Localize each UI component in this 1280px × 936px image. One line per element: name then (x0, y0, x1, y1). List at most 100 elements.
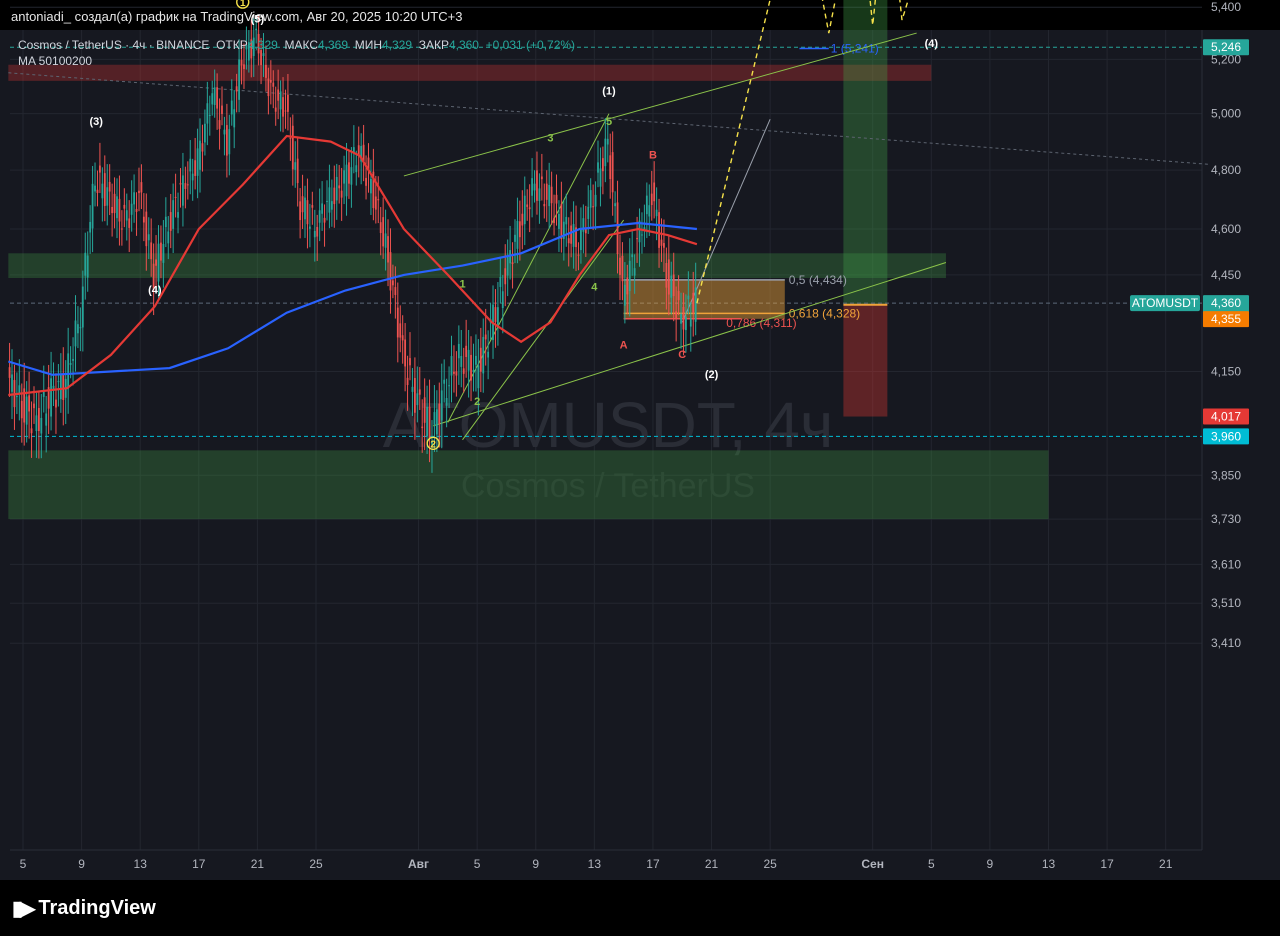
price-axis-label-text: 5,246 (1211, 40, 1241, 54)
legend-close-label: ЗАКР (418, 38, 449, 52)
candle-body (313, 230, 316, 238)
candle-body (284, 110, 287, 112)
tradingview-logo[interactable]: ▮▶ TradingView (12, 896, 156, 921)
candle-body (296, 158, 299, 184)
candle-body (62, 373, 65, 401)
watermark-symbol: ATOMUSDT, 4ч (383, 389, 834, 461)
candle-body (633, 268, 636, 276)
candle-body (101, 183, 104, 199)
wave-label: (1) (602, 85, 616, 97)
candle-body (531, 178, 533, 196)
candle-body (694, 287, 697, 322)
candle-body (370, 178, 372, 194)
candle-body (428, 406, 431, 439)
candle-body (147, 234, 150, 241)
candle-body (184, 183, 187, 189)
candle-body (382, 217, 385, 247)
candle-body (455, 371, 458, 376)
candle-body (543, 204, 546, 207)
candle-body (130, 203, 133, 215)
candle-body (365, 177, 367, 186)
candle-body (623, 284, 626, 306)
candle-body (116, 196, 118, 219)
candle-body (658, 212, 660, 248)
candle-body (636, 238, 638, 240)
candle-body (113, 193, 116, 214)
fib-level-label: 0,5 (4,434) (789, 273, 847, 287)
legend-open: 4,329 (247, 38, 278, 52)
candle-body (401, 335, 404, 341)
y-tick-label: 5,000 (1211, 107, 1241, 121)
candle-body (348, 162, 350, 184)
candle-body (404, 339, 407, 367)
candle-body (548, 184, 551, 207)
wave-label: A (620, 339, 628, 351)
candle-body (169, 212, 172, 231)
candle-body (89, 221, 92, 233)
fib-level-label: 0,618 (4,328) (789, 306, 860, 320)
candle-body (213, 87, 216, 105)
candle-body (59, 375, 62, 400)
candle-body (15, 396, 18, 398)
footer-bar (0, 880, 1280, 936)
candle-body (345, 164, 348, 197)
candle-body (650, 193, 653, 205)
candle-body (287, 94, 289, 112)
price-axis-label-text: 4,360 (1211, 296, 1241, 310)
candle-body (497, 307, 499, 325)
candle-body (40, 417, 43, 434)
candle-body (514, 234, 516, 242)
candle-body (448, 385, 450, 387)
candle-body (409, 358, 411, 366)
candle-body (157, 243, 160, 282)
x-tick-label: 21 (1159, 857, 1173, 871)
candle-body (450, 356, 453, 376)
candle-body (379, 222, 382, 234)
candle-body (308, 226, 311, 229)
candle-body (628, 260, 631, 292)
candle-body (653, 182, 656, 202)
candle-body (91, 183, 94, 229)
candle-body (111, 206, 114, 214)
candle-body (196, 148, 199, 176)
candle-body (555, 194, 558, 204)
candle-body (660, 239, 663, 246)
y-tick-label: 4,450 (1211, 268, 1241, 282)
candle-body (55, 399, 57, 408)
legend-high-label: МАКС (284, 38, 318, 52)
candle-body (550, 186, 553, 204)
wave-label: (2) (705, 369, 719, 381)
candle-body (663, 243, 665, 248)
candle-body (475, 355, 477, 365)
candle-body (160, 242, 162, 261)
candle-body (267, 78, 270, 97)
candle-body (306, 200, 309, 225)
candle-body (689, 318, 692, 327)
candle-body (577, 254, 580, 256)
candle-body (335, 176, 338, 201)
candle-body (499, 277, 502, 287)
legend-ma-row[interactable]: MA 50100200 (18, 53, 575, 69)
fib-level-label: 1 (5,241) (831, 42, 879, 56)
legend-symbol[interactable]: Cosmos / TetherUS · 4ч · BINANCE (18, 38, 209, 52)
candle-body (521, 213, 524, 226)
candle-body (269, 80, 272, 83)
x-tick-label: 25 (763, 857, 777, 871)
candle-body (619, 257, 621, 275)
candle-body (218, 120, 221, 129)
candle-body (494, 307, 497, 322)
candle-body (528, 207, 531, 210)
candle-body (606, 138, 609, 145)
price-chart[interactable]: 7,2007,0006,8006,6006,4006,2005,8005,600… (0, 0, 1280, 880)
candle-body (641, 234, 643, 236)
candle-body (384, 233, 387, 248)
candle-body (472, 369, 475, 373)
candle-body (221, 105, 223, 114)
candle-body (423, 397, 426, 423)
candle-body (321, 203, 324, 214)
candle-body (601, 158, 604, 172)
candle-body (96, 189, 99, 193)
legend-change: +0,031 (+0,72%) (485, 38, 576, 52)
candle-body (162, 244, 165, 263)
candle-body (304, 197, 306, 220)
